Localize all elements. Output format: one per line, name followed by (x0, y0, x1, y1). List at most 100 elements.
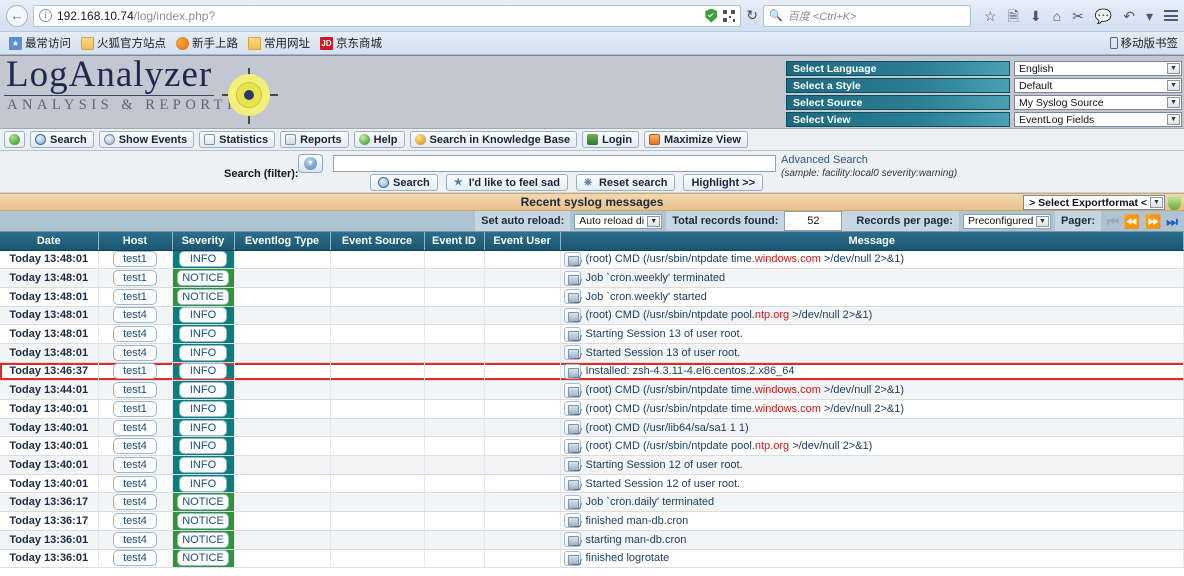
severity-badge[interactable]: NOTICE (177, 550, 229, 567)
table-row[interactable]: Today 13:48:01 test4 INFO Started Session 1… (0, 343, 1184, 363)
table-row[interactable]: Today 13:40:01 test1 INFO (root) CMD (/usr/… (0, 399, 1184, 419)
cell-host[interactable]: test4 (98, 492, 173, 513)
host-chip[interactable]: test4 (113, 512, 157, 529)
severity-badge[interactable]: NOTICE (177, 288, 229, 305)
cell-severity[interactable]: INFO (172, 418, 235, 438)
export-format-dropdown[interactable]: > Select Exportformat < ▼ (1023, 195, 1165, 210)
bookmark-item[interactable]: 常用网址 (245, 34, 313, 52)
host-chip[interactable]: test4 (113, 419, 157, 436)
bookmark-star-icon[interactable]: ☆ (984, 9, 997, 23)
host-chip[interactable]: test1 (113, 382, 157, 399)
cell-severity[interactable]: INFO (172, 250, 235, 270)
select-source-dropdown[interactable]: My Syslog Source ▼ (1014, 95, 1182, 110)
menu-icon[interactable] (1164, 10, 1178, 21)
table-row[interactable]: Today 13:36:01 test4 NOTICE starting man-db… (0, 530, 1184, 550)
bookmark-item[interactable]: JD 京东商城 (317, 34, 385, 52)
cell-host[interactable]: test1 (98, 268, 173, 288)
chevron-down-icon[interactable]: ▼ (1167, 80, 1180, 91)
severity-badge[interactable]: NOTICE (177, 270, 229, 287)
column-header-event-source[interactable]: Event Source (330, 232, 425, 251)
table-row[interactable]: Today 13:40:01 test4 INFO (root) CMD (/usr/… (0, 436, 1184, 457)
detail-icon[interactable] (563, 382, 581, 398)
host-chip[interactable]: test4 (113, 475, 157, 492)
cell-severity[interactable]: NOTICE (172, 549, 235, 569)
cell-severity[interactable]: INFO (172, 306, 235, 326)
detail-icon[interactable] (563, 532, 581, 548)
cell-host[interactable]: test1 (98, 362, 173, 382)
cell-host[interactable]: test1 (98, 399, 173, 419)
cell-severity[interactable]: NOTICE (172, 511, 235, 531)
cell-severity[interactable]: NOTICE (172, 268, 235, 288)
cell-message[interactable]: Started Session 13 of user root. (560, 343, 1184, 363)
host-chip[interactable]: test4 (113, 438, 157, 455)
detail-icon[interactable] (563, 289, 581, 305)
reports-button[interactable]: Reports (280, 131, 349, 148)
table-row[interactable]: Today 13:48:01 test1 INFO (root) CMD (/usr/… (0, 250, 1184, 270)
prev-page-icon[interactable]: ⏪ (1124, 215, 1140, 228)
reload-icon[interactable]: ↻ (746, 7, 758, 24)
table-row[interactable]: Today 13:40:01 test4 INFO Started Session 1… (0, 474, 1184, 494)
cell-message[interactable]: finished man-db.cron (560, 511, 1184, 531)
login-button[interactable]: Login (582, 131, 640, 148)
detail-icon[interactable] (563, 476, 581, 492)
severity-badge[interactable]: INFO (179, 344, 227, 361)
detail-icon[interactable] (563, 363, 581, 379)
cell-message[interactable]: (root) CMD (/usr/sbin/ntpdate time.windo… (560, 250, 1184, 270)
cell-host[interactable]: test4 (98, 511, 173, 531)
advanced-search-link[interactable]: Advanced Search (781, 154, 868, 166)
severity-badge[interactable]: INFO (179, 475, 227, 492)
column-header-date[interactable]: Date (0, 232, 99, 251)
detail-icon[interactable] (563, 494, 581, 510)
browser-search-input[interactable]: 🔍 百度 <Ctrl+K> (763, 4, 972, 27)
table-row[interactable]: Today 13:36:01 test4 NOTICE finished logrot… (0, 549, 1184, 569)
table-row[interactable]: Today 13:48:01 test4 INFO (root) CMD (/usr/… (0, 306, 1184, 326)
column-header-host[interactable]: Host (98, 232, 173, 251)
cell-host[interactable]: test4 (98, 530, 173, 550)
host-chip[interactable]: test1 (113, 270, 157, 287)
host-chip[interactable]: test1 (113, 288, 157, 305)
detail-icon[interactable] (563, 420, 581, 436)
severity-badge[interactable]: INFO (179, 307, 227, 324)
cell-message[interactable]: Starting Session 12 of user root. (560, 455, 1184, 475)
cell-host[interactable]: test4 (98, 324, 173, 344)
severity-badge[interactable]: INFO (179, 326, 227, 343)
cell-message[interactable]: (root) CMD (/usr/sbin/ntpdate pool.ntp.o… (560, 436, 1184, 457)
host-chip[interactable]: test4 (113, 326, 157, 343)
screenshot-icon[interactable]: ✂ (1072, 9, 1084, 23)
cell-message[interactable]: Starting Session 13 of user root. (560, 324, 1184, 344)
select-language-dropdown[interactable]: English ▼ (1014, 61, 1182, 76)
search-submit-button[interactable]: Search (370, 174, 438, 191)
table-row[interactable]: Today 13:40:01 test4 INFO Starting Session … (0, 455, 1184, 475)
host-chip[interactable]: test4 (113, 494, 157, 511)
cell-severity[interactable]: INFO (172, 324, 235, 344)
cell-message[interactable]: Job `cron.daily' terminated (560, 492, 1184, 513)
home-icon[interactable]: ⌂ (1053, 9, 1061, 23)
cell-severity[interactable]: INFO (172, 436, 235, 457)
table-row[interactable]: Today 13:36:17 test4 NOTICE finished man-db… (0, 511, 1184, 531)
cell-host[interactable]: test4 (98, 549, 173, 569)
column-header-message[interactable]: Message (560, 232, 1184, 251)
table-row[interactable]: Today 13:48:01 test1 NOTICE Job `cron.weekl… (0, 287, 1184, 307)
severity-badge[interactable]: INFO (179, 419, 227, 436)
cell-message[interactable]: starting man-db.cron (560, 530, 1184, 550)
column-header-eventlog-type[interactable]: Eventlog Type (234, 232, 331, 251)
host-chip[interactable]: test1 (113, 400, 157, 417)
cell-message[interactable]: finished logrotate (560, 549, 1184, 569)
column-header-event-user[interactable]: Event User (484, 232, 561, 251)
search-knowledge-base-button[interactable]: Search in Knowledge Base (409, 131, 578, 148)
host-chip[interactable]: test1 (113, 363, 157, 380)
chat-icon[interactable]: 💬 (1095, 9, 1112, 23)
cell-message[interactable]: (root) CMD (/usr/sbin/ntpdate time.windo… (560, 380, 1184, 400)
reset-search-button[interactable]: ⎈ Reset search (575, 174, 676, 191)
cell-host[interactable]: test1 (98, 380, 173, 400)
table-row[interactable]: Today 13:40:01 test4 INFO (root) CMD (/usr/… (0, 418, 1184, 438)
bookmark-item[interactable]: 火狐官方站点 (78, 34, 169, 52)
severity-badge[interactable]: NOTICE (177, 531, 229, 548)
cell-message[interactable]: Job `cron.weekly' started (560, 287, 1184, 307)
chevron-down-icon[interactable]: ▼ (647, 215, 661, 227)
chevron-down-icon[interactable]: ▾ (1146, 9, 1153, 23)
detail-icon[interactable] (563, 251, 581, 267)
cell-host[interactable]: test4 (98, 436, 173, 457)
host-chip[interactable]: test4 (113, 531, 157, 548)
cell-message[interactable]: Started Session 12 of user root. (560, 474, 1184, 494)
